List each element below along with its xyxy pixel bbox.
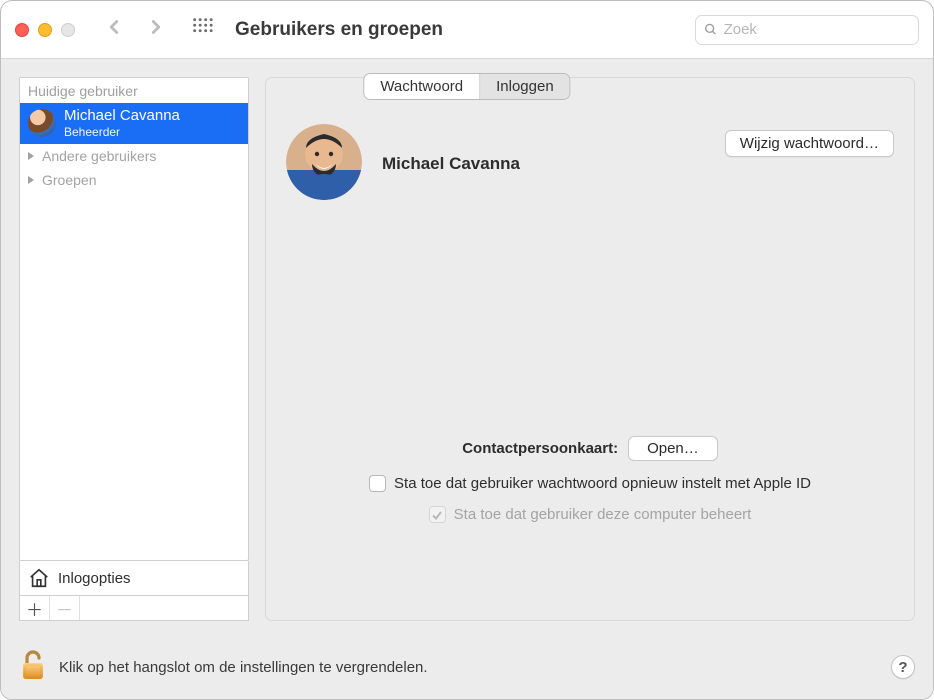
tab-login[interactable]: Inloggen: [480, 74, 570, 99]
lock-text: Klik op het hangslot om de instellingen …: [59, 659, 428, 676]
show-all-icon[interactable]: [191, 16, 225, 43]
current-user-name: Michael Cavanna: [64, 108, 180, 125]
window-title: Gebruikers en groepen: [235, 19, 685, 41]
login-options-row[interactable]: Inlogopties: [19, 561, 249, 596]
back-button[interactable]: [103, 16, 125, 43]
login-options-label: Inlogopties: [58, 570, 131, 587]
zoom-button-disabled: [61, 23, 75, 37]
lock-icon[interactable]: [19, 649, 47, 685]
add-remove-bar: ＋ －: [19, 596, 249, 621]
change-password-button[interactable]: Wijzig wachtwoord…: [725, 130, 894, 157]
current-user-header: Huidige gebruiker: [20, 78, 248, 103]
avatar-large[interactable]: [286, 124, 362, 200]
add-user-button[interactable]: ＋: [20, 596, 50, 620]
window-controls: [15, 23, 75, 37]
allow-admin-label: Sta toe dat gebruiker deze computer behe…: [454, 506, 752, 523]
checkbox-allow-reset[interactable]: [369, 475, 386, 492]
open-contact-button[interactable]: Open…: [628, 436, 718, 461]
forward-button[interactable]: [145, 16, 167, 43]
allow-admin-row: Sta toe dat gebruiker deze computer behe…: [286, 506, 894, 523]
home-icon: [28, 567, 50, 589]
search-field[interactable]: [695, 15, 919, 45]
sidebar-row-label: Andere gebruikers: [42, 148, 156, 164]
chevron-right-icon: [26, 175, 36, 185]
search-icon: [704, 22, 718, 37]
window: Gebruikers en groepen Wachtwoord Inlogge…: [0, 0, 934, 700]
chevron-right-icon: [26, 151, 36, 161]
remove-user-button: －: [50, 596, 80, 620]
contact-card-row: Contactpersoonkaart: Open…: [286, 436, 894, 461]
user-display-name: Michael Cavanna: [382, 150, 705, 174]
help-button[interactable]: ?: [891, 655, 915, 679]
checkmark-icon: [431, 509, 443, 521]
search-input[interactable]: [724, 21, 910, 38]
sidebar: Huidige gebruiker Michael Cavanna Beheer…: [19, 77, 249, 621]
sidebar-row-other-users[interactable]: Andere gebruikers: [20, 144, 248, 168]
current-user-row[interactable]: Michael Cavanna Beheerder: [20, 103, 248, 144]
user-list: Huidige gebruiker Michael Cavanna Beheer…: [19, 77, 249, 561]
lock-bar: Klik op het hangslot om de instellingen …: [19, 649, 915, 685]
allow-reset-label: Sta toe dat gebruiker wachtwoord opnieuw…: [394, 475, 811, 492]
avatar-small: [28, 109, 56, 137]
sidebar-row-groups[interactable]: Groepen: [20, 168, 248, 192]
minimize-button[interactable]: [38, 23, 52, 37]
main-panel: Michael Cavanna Wijzig wachtwoord… Conta…: [265, 77, 915, 621]
contact-card-label: Contactpersoonkaart:: [462, 440, 618, 457]
allow-reset-appleid-row[interactable]: Sta toe dat gebruiker wachtwoord opnieuw…: [286, 475, 894, 492]
nav-arrows: [103, 16, 167, 43]
user-header: Michael Cavanna Wijzig wachtwoord…: [286, 124, 894, 200]
titlebar: Gebruikers en groepen: [1, 1, 933, 59]
content: Wachtwoord Inloggen Huidige gebruiker Mi…: [1, 59, 933, 699]
sidebar-row-label: Groepen: [42, 172, 96, 188]
current-user-role: Beheerder: [64, 125, 180, 139]
tab-password[interactable]: Wachtwoord: [364, 74, 480, 99]
checkbox-allow-admin: [429, 506, 446, 523]
tab-bar: Wachtwoord Inloggen: [363, 73, 570, 100]
close-button[interactable]: [15, 23, 29, 37]
